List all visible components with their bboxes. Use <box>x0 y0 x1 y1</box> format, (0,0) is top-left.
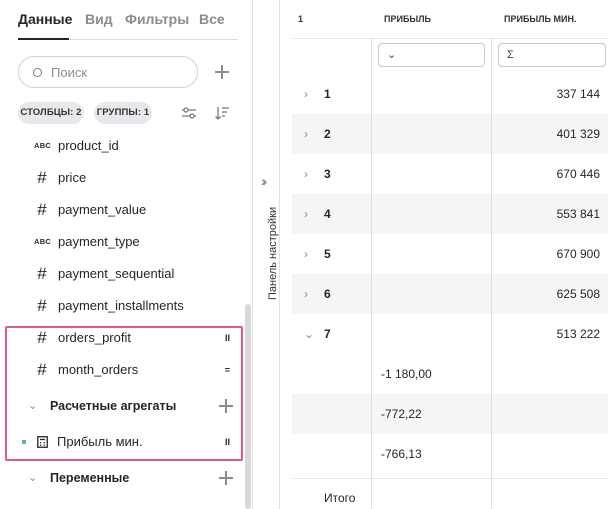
groups-chip[interactable]: ГРУППЫ: 1 <box>94 102 152 124</box>
scrollbar-thumb[interactable] <box>245 304 251 509</box>
chevron-right-icon[interactable]: › <box>304 234 308 274</box>
active-tab-indicator <box>18 38 69 40</box>
cell-value: 513 222 <box>556 327 600 341</box>
double-chevron-right-icon[interactable]: ›› <box>261 173 268 189</box>
settings-side-panel[interactable]: ›› Панель настройки <box>252 0 280 509</box>
panel-tabs: Данные Вид Фильтры Все <box>18 0 238 40</box>
column-aggregate[interactable]: Σ <box>498 43 606 67</box>
total-label: Итого <box>324 491 356 505</box>
number-type-icon: # <box>37 168 47 187</box>
chevron-right-icon[interactable]: › <box>304 74 308 114</box>
column-divider <box>371 38 372 509</box>
field-name: product_id <box>58 138 119 153</box>
settings-sliders-icon[interactable] <box>181 105 197 121</box>
side-panel-label: Панель настройки <box>267 206 279 300</box>
row-label: 7 <box>324 327 331 341</box>
row-label: 4 <box>324 207 331 221</box>
group-variables[interactable]: ⌄ Переменные <box>28 462 238 494</box>
table-row[interactable]: › 1 337 144 <box>292 74 608 114</box>
field-item[interactable]: ABC product_id <box>34 130 240 162</box>
cell-value: 670 446 <box>556 167 600 181</box>
number-type-icon: # <box>37 296 47 315</box>
cell-value: 553 841 <box>556 207 600 221</box>
table-row[interactable]: › 2 401 329 <box>292 114 608 154</box>
search-icon <box>33 68 42 77</box>
table-row-expanded[interactable]: ⌄ 7 513 222 <box>292 314 608 354</box>
chevron-right-icon[interactable]: › <box>304 274 308 314</box>
chevron-right-icon[interactable]: › <box>304 194 308 234</box>
pivot-table: 1 ПРИБЫЛЬ ПРИБЫЛЬ МИН. ⌄ Σ › 1 337 144 ›… <box>292 0 608 509</box>
table-row[interactable]: › 3 670 446 <box>292 154 608 194</box>
field-name: price <box>58 170 87 185</box>
tab-view[interactable]: Вид <box>85 11 113 27</box>
number-type-icon: # <box>37 200 47 219</box>
field-name: payment_sequential <box>58 266 175 281</box>
filter-row: ⌄ Σ <box>292 38 608 74</box>
data-panel: Данные Вид Фильтры Все Поиск СТОЛБЦЫ: 2 … <box>0 0 252 509</box>
chevron-down-icon[interactable]: ⌄ <box>304 314 314 354</box>
column-filter[interactable]: ⌄ <box>378 43 485 67</box>
chevron-down-icon: ⌄ <box>28 472 38 484</box>
field-name: payment_installments <box>58 298 184 313</box>
text-type-icon: ABC <box>34 141 52 150</box>
field-item[interactable]: # payment_sequential <box>34 258 240 290</box>
column-header: ПРИБЫЛЬ <box>384 14 432 24</box>
total-row: Итого <box>292 478 608 509</box>
table-row[interactable]: › 4 553 841 <box>292 194 608 234</box>
cell-value: -766,13 <box>381 447 422 461</box>
columns-chip[interactable]: СТОЛБЦЫ: 2 <box>18 102 84 124</box>
table-row[interactable]: › 5 670 900 <box>292 234 608 274</box>
selection-highlight <box>5 326 243 461</box>
add-field-icon[interactable] <box>215 65 229 79</box>
tab-all[interactable]: Все <box>199 11 225 27</box>
search-input[interactable]: Поиск <box>18 56 198 88</box>
funnel-icon: ⌄ <box>387 49 397 61</box>
sigma-icon: Σ <box>507 49 514 61</box>
field-name: payment_type <box>58 234 140 249</box>
field-item[interactable]: # payment_installments <box>34 290 240 322</box>
text-type-icon: ABC <box>34 237 52 246</box>
tab-filters[interactable]: Фильтры <box>125 11 189 27</box>
row-label: 5 <box>324 247 331 261</box>
sort-icon[interactable] <box>214 105 230 121</box>
row-label: 6 <box>324 287 331 301</box>
column-header: ПРИБЫЛЬ МИН. <box>504 14 577 24</box>
cell-value: 337 144 <box>556 87 600 101</box>
field-item[interactable]: # price <box>34 162 240 194</box>
chevron-right-icon[interactable]: › <box>304 154 308 194</box>
chevron-right-icon[interactable]: › <box>304 114 308 154</box>
add-variable-icon[interactable] <box>219 471 233 485</box>
cell-value: 401 329 <box>556 127 600 141</box>
cell-value: -772,22 <box>381 407 422 421</box>
row-label: 3 <box>324 167 331 181</box>
sub-row: -772,22 <box>292 394 608 434</box>
field-item[interactable]: # payment_value <box>34 194 240 226</box>
table-row[interactable]: › 6 625 508 <box>292 274 608 314</box>
column-header: 1 <box>298 14 304 24</box>
cell-value: 670 900 <box>556 247 600 261</box>
search-placeholder: Поиск <box>51 65 88 80</box>
row-label: 1 <box>324 87 331 101</box>
cell-value: 625 508 <box>556 287 600 301</box>
field-name: payment_value <box>58 202 147 217</box>
tab-data[interactable]: Данные <box>18 11 72 27</box>
number-type-icon: # <box>37 264 47 283</box>
row-label: 2 <box>324 127 331 141</box>
cell-value: -1 180,00 <box>381 367 432 381</box>
field-item[interactable]: ABC payment_type <box>34 226 240 258</box>
group-title: Переменные <box>50 471 130 485</box>
column-divider <box>491 38 492 509</box>
sub-row: -1 180,00 <box>292 354 608 394</box>
sub-row: -766,13 <box>292 434 608 474</box>
